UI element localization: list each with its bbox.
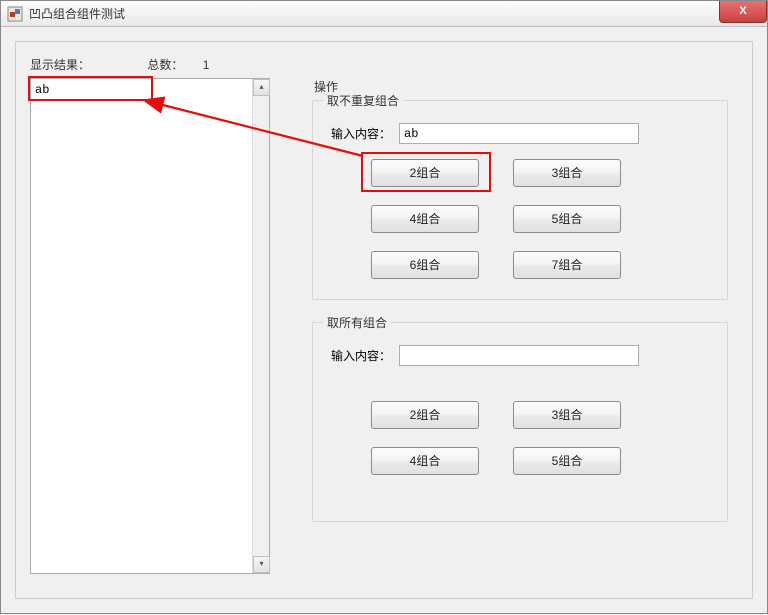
result-label: 显示结果：: [30, 56, 90, 73]
app-icon: [7, 6, 23, 22]
btn-7combo[interactable]: 7组合: [513, 251, 621, 279]
input-label-unique: 输入内容：: [331, 125, 391, 142]
input-all[interactable]: [399, 345, 639, 366]
groupbox-all-title: 取所有组合: [323, 314, 391, 331]
close-button[interactable]: X: [719, 1, 767, 23]
scroll-up-icon[interactable]: ▴: [253, 79, 270, 96]
window-title: 凹凸组合组件测试: [29, 5, 125, 22]
main-panel: 显示结果： 总数： 1 ab ▴ ▾ 操作 取不重复组合 输入内容：: [15, 41, 753, 599]
app-window: 凹凸组合组件测试 X 显示结果： 总数： 1 ab ▴ ▾ 操作 取不重复组合: [0, 0, 768, 614]
btn-6combo[interactable]: 6组合: [371, 251, 479, 279]
btn-all-4combo[interactable]: 4组合: [371, 447, 479, 475]
input-row-unique: 输入内容：: [331, 123, 639, 144]
count-value: 1: [203, 58, 210, 72]
button-grid-unique: 2组合 3组合 4组合 5组合 6组合 7组合: [371, 159, 621, 297]
scrollbar[interactable]: ▴ ▾: [252, 79, 269, 573]
client-area: 显示结果： 总数： 1 ab ▴ ▾ 操作 取不重复组合 输入内容：: [1, 27, 767, 613]
result-header: 显示结果： 总数： 1: [30, 56, 209, 73]
input-label-all: 输入内容：: [331, 347, 391, 364]
btn-all-3combo[interactable]: 3组合: [513, 401, 621, 429]
count-label: 总数：: [147, 56, 183, 73]
btn-5combo[interactable]: 5组合: [513, 205, 621, 233]
btn-2combo[interactable]: 2组合: [371, 159, 479, 187]
groupbox-all: 取所有组合 输入内容： 2组合 3组合 4组合 5组合: [312, 322, 728, 522]
result-text: ab: [35, 83, 49, 97]
groupbox-unique: 取不重复组合 输入内容： 2组合 3组合 4组合 5组合 6组合: [312, 100, 728, 300]
groupbox-unique-title: 取不重复组合: [323, 92, 403, 109]
result-textarea[interactable]: ab ▴ ▾: [30, 78, 270, 574]
input-unique[interactable]: [399, 123, 639, 144]
input-row-all: 输入内容：: [331, 345, 639, 366]
titlebar[interactable]: 凹凸组合组件测试 X: [1, 1, 767, 27]
btn-all-5combo[interactable]: 5组合: [513, 447, 621, 475]
btn-4combo[interactable]: 4组合: [371, 205, 479, 233]
btn-3combo[interactable]: 3组合: [513, 159, 621, 187]
scroll-down-icon[interactable]: ▾: [253, 556, 270, 573]
btn-all-2combo[interactable]: 2组合: [371, 401, 479, 429]
button-grid-all: 2组合 3组合 4组合 5组合: [371, 401, 621, 493]
